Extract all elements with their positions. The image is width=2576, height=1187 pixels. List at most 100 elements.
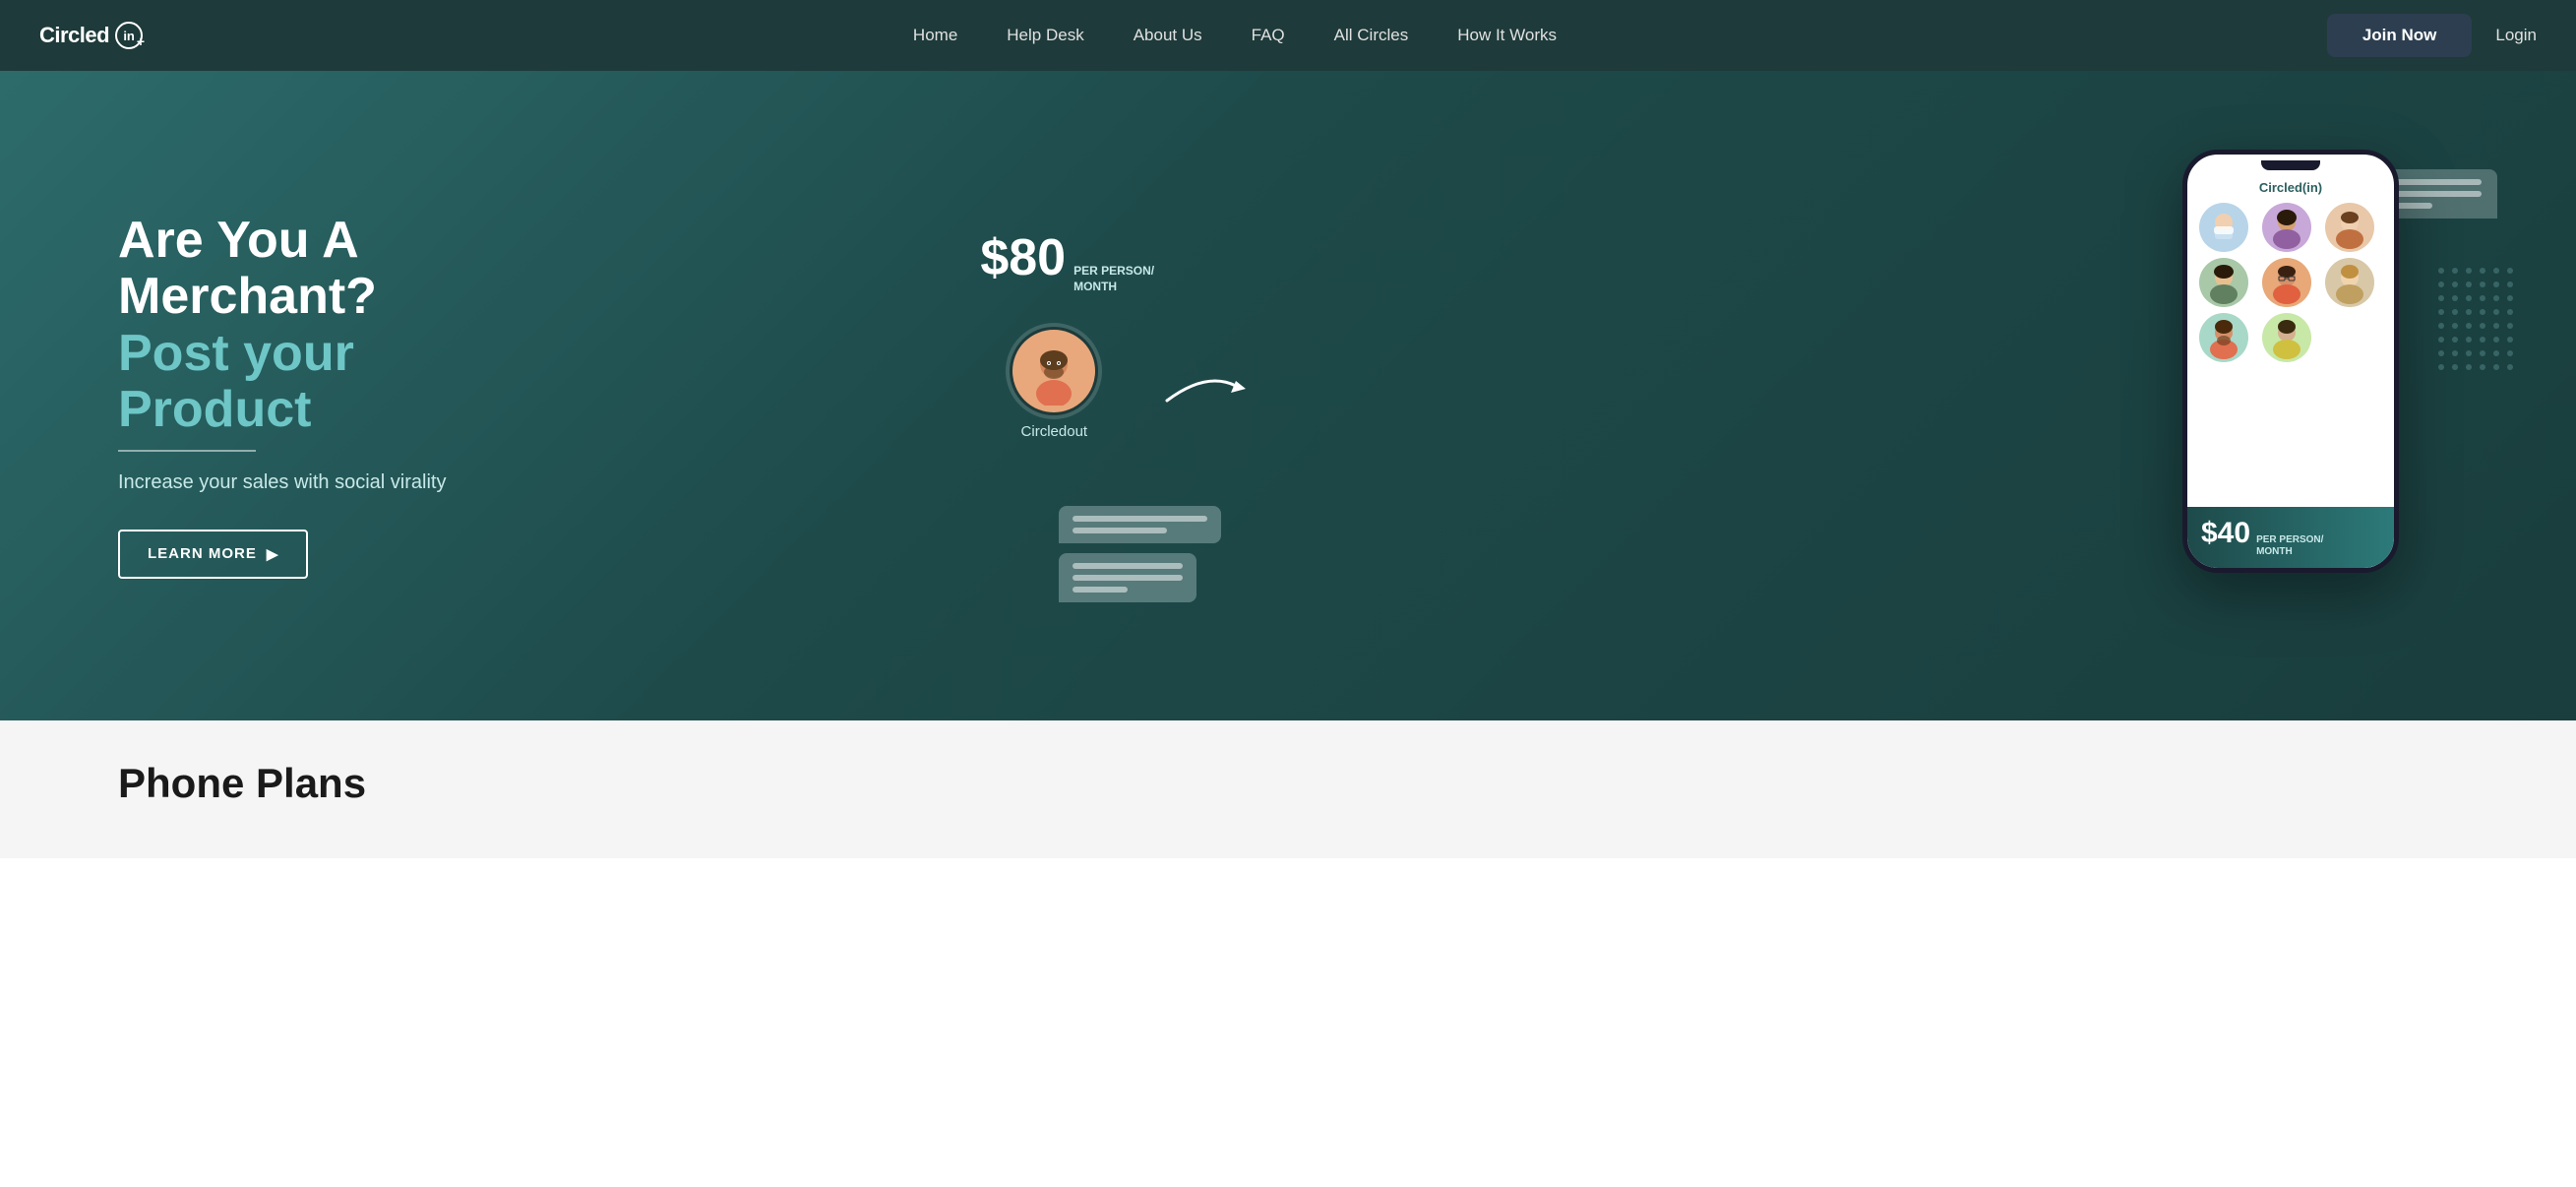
decoration-dot xyxy=(2493,364,2499,370)
decoration-dot xyxy=(2480,323,2485,329)
chat-line-8 xyxy=(1073,587,1128,593)
nav-links: Home Help Desk About Us FAQ All Circles … xyxy=(913,26,1557,45)
decoration-dot xyxy=(2452,350,2458,356)
circledout-avatar xyxy=(1010,327,1098,415)
phone-avatar-3 xyxy=(2325,203,2374,252)
decoration-dot xyxy=(2438,350,2444,356)
hero-content: Are You A Merchant? Post your Product In… xyxy=(0,154,590,638)
bottom-section: Phone Plans xyxy=(0,720,2576,858)
chat-line-7 xyxy=(1073,575,1183,581)
decoration-dot xyxy=(2493,281,2499,287)
chat-bubble-small xyxy=(1059,553,1196,602)
phone-mockup: Circled(in) xyxy=(2182,150,2399,573)
decoration-dot xyxy=(2480,295,2485,301)
hero-description: Increase your sales with social virality xyxy=(118,471,472,494)
phone-avatar-4 xyxy=(2199,258,2248,307)
avatar-area: Circledout xyxy=(1010,327,1098,440)
phone-plans-title: Phone Plans xyxy=(118,760,366,807)
logo[interactable]: Circled in + xyxy=(39,22,143,49)
pricing-badge: $80 PER PERSON/ MONTH xyxy=(980,228,1154,294)
avatar-label: Circledout xyxy=(1021,423,1088,440)
hero-illustration: $80 PER PERSON/ MONTH xyxy=(901,71,2576,720)
arrow-area xyxy=(1157,361,1256,415)
decoration-dot xyxy=(2507,350,2513,356)
join-now-button[interactable]: Join Now xyxy=(2327,14,2473,57)
learn-more-button[interactable]: LEARN MORE ▶ xyxy=(118,530,308,579)
hero-section: Are You A Merchant? Post your Product In… xyxy=(0,71,2576,720)
decoration-dot xyxy=(2452,364,2458,370)
decoration-dot xyxy=(2507,323,2513,329)
decoration-dot xyxy=(2480,337,2485,343)
decoration-dot xyxy=(2452,309,2458,315)
decoration-dot xyxy=(2438,281,2444,287)
chat-line-4 xyxy=(1073,516,1207,522)
decoration-dot xyxy=(2452,281,2458,287)
decoration-dot xyxy=(2493,309,2499,315)
decoration-dot xyxy=(2438,295,2444,301)
login-link[interactable]: Login xyxy=(2495,26,2537,45)
hero-title-line2: Post your Product xyxy=(118,326,472,438)
decoration-dot xyxy=(2480,268,2485,274)
decoration-dot xyxy=(2438,268,2444,274)
phone-logo: Circled(in) xyxy=(2199,180,2382,195)
hero-divider xyxy=(118,450,256,452)
decoration-dot xyxy=(2480,364,2485,370)
decoration-dot xyxy=(2493,337,2499,343)
phone-avatar-8 xyxy=(2262,313,2311,362)
decoration-dot xyxy=(2466,295,2472,301)
nav-howitworks[interactable]: How It Works xyxy=(1457,26,1557,44)
phone-avatar-6 xyxy=(2325,258,2374,307)
nav-aboutus[interactable]: About Us xyxy=(1134,26,1202,44)
decoration-dot xyxy=(2438,337,2444,343)
decoration-dot xyxy=(2507,309,2513,315)
decoration-dot xyxy=(2452,323,2458,329)
decoration-dot xyxy=(2466,364,2472,370)
decoration-dot xyxy=(2466,281,2472,287)
navbar: Circled in + Home Help Desk About Us FAQ… xyxy=(0,0,2576,71)
phone-avatar-1 xyxy=(2199,203,2248,252)
decoration-dot xyxy=(2493,268,2499,274)
decoration-dot xyxy=(2507,364,2513,370)
phone-avatar-2 xyxy=(2262,203,2311,252)
chat-line-6 xyxy=(1073,563,1183,569)
decoration-dot xyxy=(2466,268,2472,274)
decoration-dot xyxy=(2452,337,2458,343)
phone-avatars-grid xyxy=(2199,203,2382,362)
phone-avatar-5 xyxy=(2262,258,2311,307)
nav-faq[interactable]: FAQ xyxy=(1252,26,1285,44)
decoration-dot xyxy=(2438,309,2444,315)
nav-home[interactable]: Home xyxy=(913,26,957,44)
hero-title-line1: Are You A Merchant? xyxy=(118,213,472,325)
price-label: PER PERSON/ MONTH xyxy=(1073,264,1154,294)
chat-bubble-medium xyxy=(1059,506,1221,543)
decoration-dot xyxy=(2466,323,2472,329)
logo-text: Circled xyxy=(39,23,109,48)
decoration-dot xyxy=(2452,295,2458,301)
learn-more-label: LEARN MORE xyxy=(148,545,257,562)
decoration-dot xyxy=(2466,350,2472,356)
decoration-dot xyxy=(2507,268,2513,274)
phone-price-amount: $40 xyxy=(2201,517,2250,550)
decoration-dot xyxy=(2438,364,2444,370)
chat-bubbles-lower xyxy=(1059,506,1221,602)
logo-icon: in + xyxy=(115,22,143,49)
decoration-dot xyxy=(2480,350,2485,356)
phone-notch xyxy=(2261,160,2320,170)
decoration-dot xyxy=(2480,281,2485,287)
decoration-dot xyxy=(2466,309,2472,315)
decoration-dot xyxy=(2493,323,2499,329)
nav-actions: Join Now Login xyxy=(2327,14,2537,57)
phone-price-bar: $40 PER PERSON/ MONTH xyxy=(2187,507,2394,568)
chat-line-5 xyxy=(1073,528,1167,533)
nav-allcircles[interactable]: All Circles xyxy=(1334,26,1409,44)
decoration-dot xyxy=(2507,337,2513,343)
price-amount: $80 xyxy=(980,228,1066,287)
phone-price-label: PER PERSON/ MONTH xyxy=(2256,534,2323,558)
decoration-dot xyxy=(2466,337,2472,343)
phone-inner: Circled(in) xyxy=(2187,170,2394,568)
phone-avatar-7 xyxy=(2199,313,2248,362)
decoration-dot xyxy=(2493,295,2499,301)
decoration-dot xyxy=(2480,309,2485,315)
play-icon: ▶ xyxy=(267,545,279,563)
nav-helpdesk[interactable]: Help Desk xyxy=(1007,26,1083,44)
